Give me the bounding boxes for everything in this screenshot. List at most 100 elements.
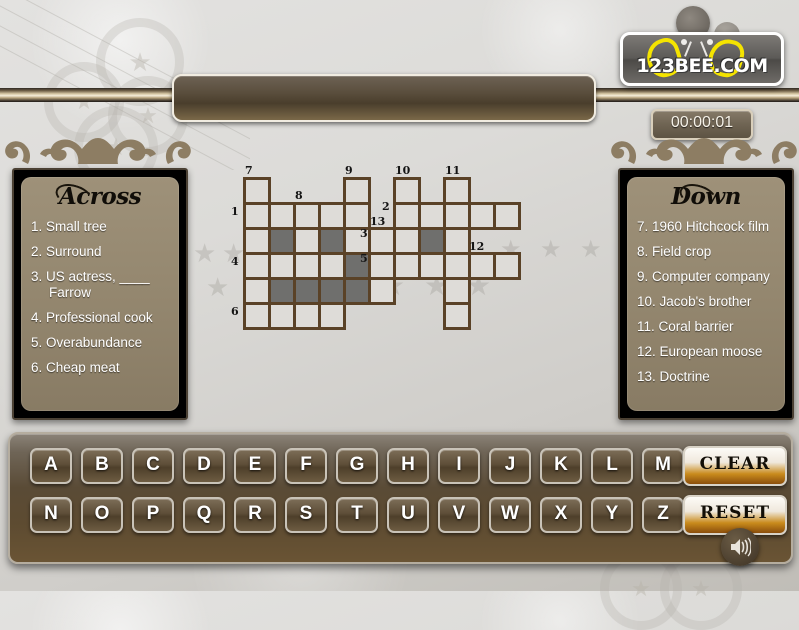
grid-cell[interactable] — [443, 177, 471, 205]
down-clue-item[interactable]: 7. 1960 Hitchcock film — [637, 219, 775, 235]
grid-cell[interactable] — [268, 277, 296, 305]
key-p[interactable]: P — [132, 497, 174, 533]
key-w[interactable]: W — [489, 497, 531, 533]
key-q[interactable]: Q — [183, 497, 225, 533]
down-clue-item[interactable]: 12. European moose — [637, 344, 775, 360]
grid-cell[interactable] — [368, 227, 396, 255]
key-j[interactable]: J — [489, 448, 531, 484]
grid-clue-number: 1 — [231, 205, 239, 218]
across-clue-item[interactable]: 2. Surround — [31, 244, 169, 260]
grid-cell[interactable] — [243, 202, 271, 230]
key-r[interactable]: R — [234, 497, 276, 533]
grid-cell[interactable] — [443, 227, 471, 255]
key-k[interactable]: K — [540, 448, 582, 484]
key-b[interactable]: B — [81, 448, 123, 484]
grid-cell[interactable] — [293, 202, 321, 230]
grid-cell[interactable] — [293, 302, 321, 330]
grid-cell[interactable] — [268, 202, 296, 230]
key-n[interactable]: N — [30, 497, 72, 533]
grid-cell[interactable] — [318, 252, 346, 280]
key-o[interactable]: O — [81, 497, 123, 533]
grid-cell[interactable] — [293, 277, 321, 305]
brand-logo[interactable]: 123BEE.COM — [620, 32, 784, 86]
grid-cell[interactable] — [293, 252, 321, 280]
across-clue-item[interactable]: 3. US actress, ____ Farrow — [31, 269, 169, 301]
grid-clue-number: 3 — [360, 227, 368, 240]
timer-value: 00:00:01 — [670, 114, 734, 131]
key-f[interactable]: F — [285, 448, 327, 484]
key-m[interactable]: M — [642, 448, 684, 484]
key-l[interactable]: L — [591, 448, 633, 484]
grid-cell[interactable] — [343, 177, 371, 205]
brand-logo-text: 123BEE.COM — [636, 55, 768, 77]
key-u[interactable]: U — [387, 497, 429, 533]
title-plate — [172, 74, 596, 122]
grid-cell[interactable] — [268, 252, 296, 280]
grid-cell[interactable] — [493, 202, 521, 230]
clue-number: 7. — [637, 219, 649, 234]
down-clue-item[interactable]: 11. Coral barrier — [637, 319, 775, 335]
grid-cell[interactable] — [443, 302, 471, 330]
clue-number: 4. — [31, 310, 43, 325]
across-clue-item[interactable]: 1. Small tree — [31, 219, 169, 235]
key-e[interactable]: E — [234, 448, 276, 484]
grid-cell[interactable] — [393, 227, 421, 255]
down-clue-item[interactable]: 8. Field crop — [637, 244, 775, 260]
grid-cell[interactable] — [393, 177, 421, 205]
grid-cell[interactable] — [318, 277, 346, 305]
clue-number: 6. — [31, 360, 43, 375]
grid-cell[interactable] — [368, 277, 396, 305]
key-h[interactable]: H — [387, 448, 429, 484]
key-x[interactable]: X — [540, 497, 582, 533]
grid-cell[interactable] — [318, 227, 346, 255]
clear-button[interactable]: CLEAR — [683, 446, 787, 486]
key-g[interactable]: G — [336, 448, 378, 484]
grid-cell[interactable] — [443, 277, 471, 305]
grid-cell[interactable] — [418, 227, 446, 255]
key-v[interactable]: V — [438, 497, 480, 533]
grid-cell[interactable] — [243, 177, 271, 205]
grid-cell[interactable] — [418, 252, 446, 280]
grid-cell[interactable] — [268, 302, 296, 330]
grid-cell[interactable] — [393, 202, 421, 230]
clue-text: Computer company — [652, 269, 770, 284]
grid-clue-number: 10 — [395, 164, 411, 177]
key-z[interactable]: Z — [642, 497, 684, 533]
grid-cell[interactable] — [493, 252, 521, 280]
grid-cell[interactable] — [268, 227, 296, 255]
across-clue-item[interactable]: 4. Professional cook — [31, 310, 169, 326]
clue-text: Small tree — [46, 219, 107, 234]
key-i[interactable]: I — [438, 448, 480, 484]
grid-cell[interactable] — [343, 202, 371, 230]
grid-cell[interactable] — [243, 277, 271, 305]
grid-cell[interactable] — [443, 202, 471, 230]
grid-cell[interactable] — [318, 202, 346, 230]
key-y[interactable]: Y — [591, 497, 633, 533]
key-a[interactable]: A — [30, 448, 72, 484]
down-clue-item[interactable]: 10. Jacob's brother — [637, 294, 775, 310]
key-s[interactable]: S — [285, 497, 327, 533]
grid-cell[interactable] — [293, 227, 321, 255]
grid-cell[interactable] — [243, 302, 271, 330]
key-c[interactable]: C — [132, 448, 174, 484]
grid-cell[interactable] — [368, 252, 396, 280]
grid-cell[interactable] — [418, 202, 446, 230]
across-panel-body: Across 1. Small tree 2. Surround 3. US a… — [12, 168, 188, 420]
down-clue-item[interactable]: 9. Computer company — [637, 269, 775, 285]
grid-cell[interactable] — [243, 252, 271, 280]
down-clue-item[interactable]: 13. Doctrine — [637, 369, 775, 385]
grid-cell[interactable] — [468, 252, 496, 280]
grid-cell[interactable] — [468, 202, 496, 230]
across-clue-item[interactable]: 5. Overabundance — [31, 335, 169, 351]
key-d[interactable]: D — [183, 448, 225, 484]
key-t[interactable]: T — [336, 497, 378, 533]
grid-cell[interactable] — [393, 252, 421, 280]
grid-cell[interactable] — [343, 277, 371, 305]
grid-cell[interactable] — [318, 302, 346, 330]
sound-toggle-button[interactable] — [721, 528, 759, 566]
across-clue-item[interactable]: 6. Cheap meat — [31, 360, 169, 376]
grid-cell[interactable] — [443, 252, 471, 280]
clue-text: Professional cook — [46, 310, 153, 325]
grid-cell[interactable] — [243, 227, 271, 255]
grid-clue-number: 13 — [370, 215, 386, 228]
